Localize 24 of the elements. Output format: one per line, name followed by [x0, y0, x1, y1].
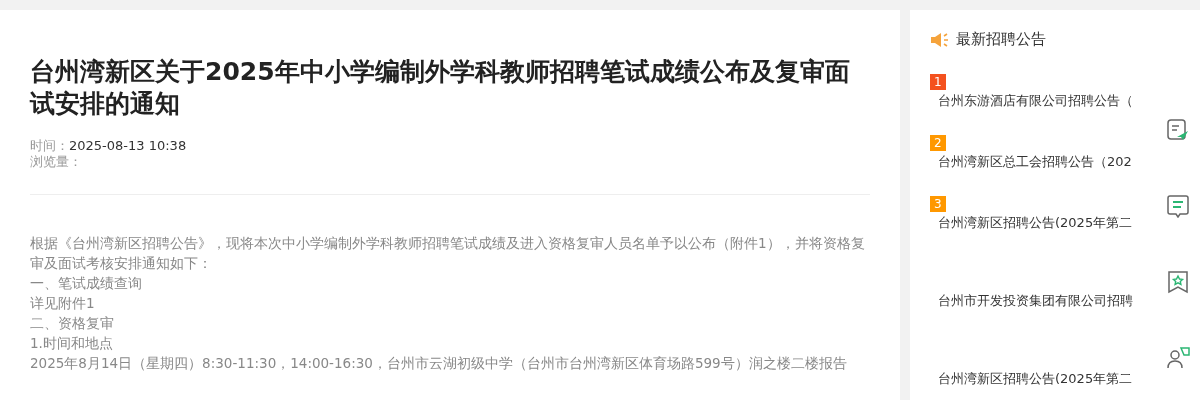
message-send-icon[interactable] [1166, 118, 1190, 142]
announcement-link[interactable]: 台州湾新区总工会招聘公告（202 [930, 153, 1150, 171]
meta-label: 浏览量： [30, 154, 82, 169]
announcement-link[interactable]: 台州湾新区招聘公告(2025年第二 [930, 370, 1150, 388]
article-paragraph: 详见附件1 [30, 294, 96, 313]
meta-value: 2025-08-13 10:38 [69, 138, 187, 153]
bookmark-star-icon[interactable] [1166, 270, 1190, 294]
announcement-link[interactable]: 台州市开发投资集团有限公司招聘 [930, 292, 1150, 310]
meta-label: 时间： [30, 138, 69, 153]
people-icon[interactable] [1166, 346, 1190, 370]
sidebar-title: 最新招聘公告 [956, 30, 1046, 49]
article-paragraph: 1.时间和地点 [30, 334, 114, 353]
article-paragraph: 根据《台州湾新区招聘公告》，现将本次中小学编制外学科教师招聘笔试成绩及进入资格复审人员名单予以公布（附件1），并将资格复审及面试考核安排通知如下： [30, 234, 866, 273]
announcement-link[interactable]: 台州东游酒店有限公司招聘公告（ [930, 92, 1150, 110]
article-paragraph: 2025年8月14日（星期四）8:30-11:30，14:00-16:30，台州市云湖初级中学（台州市台州湾新区体育场路599号）润之楼二楼报告 [30, 354, 848, 373]
rank-badge: 3 [930, 196, 946, 212]
article-paragraph: 一、笔试成绩查询 [30, 274, 143, 293]
megaphone-icon [930, 31, 950, 48]
chat-icon[interactable] [1166, 194, 1190, 218]
rank-badge: 2 [930, 135, 946, 151]
article-paragraph: 二、资格复审 [30, 314, 115, 333]
rank-badge: 1 [930, 74, 946, 90]
article-title: 台州湾新区关于2025年中小学编制外学科教师招聘笔试成绩公布及复审面试安排的通知 [30, 56, 851, 120]
announcement-link[interactable]: 台州湾新区招聘公告(2025年第二 [930, 214, 1150, 232]
